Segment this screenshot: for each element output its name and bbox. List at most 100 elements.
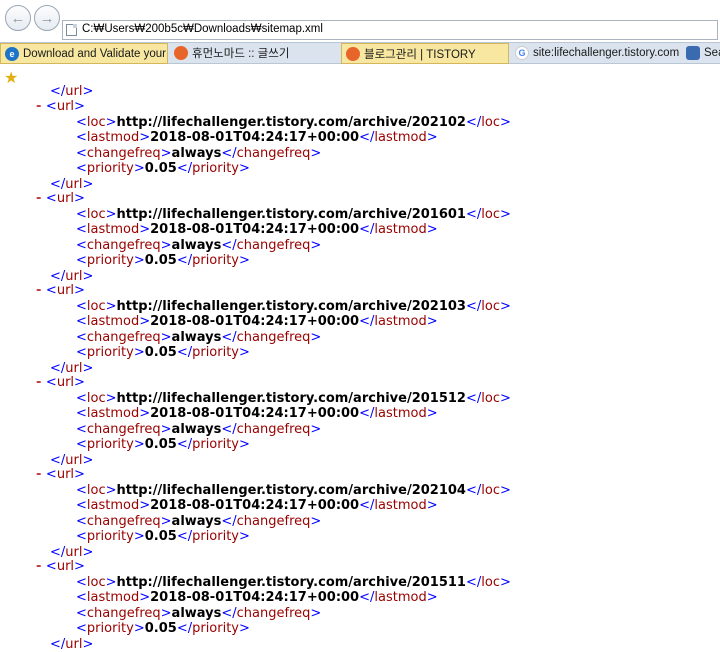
priority-value: 0.05 (144, 161, 177, 176)
tag-name: priority (86, 437, 134, 452)
collapse-toggle[interactable]: - (36, 467, 46, 482)
shield-icon (686, 46, 700, 60)
tag-name: lastmod (86, 314, 140, 329)
tag-bracket: > (133, 253, 145, 268)
tag-bracket: </ (221, 421, 237, 437)
tag-bracket: > (139, 314, 151, 329)
address-url[interactable]: C:₩Users₩200b5c₩Downloads₩sitemap.xml (82, 23, 323, 35)
tag-name: priority (192, 253, 240, 268)
collapse-toggle[interactable]: - (36, 283, 46, 298)
tag-name: changefreq (86, 145, 161, 161)
tag-bracket: > (160, 329, 172, 345)
priority-value: 0.05 (144, 345, 177, 360)
collapse-toggle[interactable]: - (36, 191, 46, 206)
loc-value: http://lifechallenger.tistory.com/archiv… (116, 574, 466, 590)
favorite-tab-google-site[interactable]: G site:lifechallenger.tistory.com ... (515, 43, 681, 63)
tag-bracket: > (239, 161, 250, 176)
tag-bracket: </ (50, 84, 66, 99)
tag-bracket: > (310, 145, 322, 161)
tag-bracket: > (105, 390, 117, 406)
tag-bracket: </ (50, 268, 66, 284)
tag-name: url (65, 544, 83, 560)
tag-bracket: < (76, 253, 87, 268)
tag-name: priority (86, 161, 134, 176)
favorite-tab-humannomad[interactable]: 휴먼노마드 :: 글쓰기 (174, 43, 334, 63)
priority: <priority>0.05</priority> (76, 529, 250, 544)
tag-bracket: < (76, 145, 87, 161)
tag-name: url (56, 375, 75, 390)
google-icon: G (515, 46, 529, 60)
tag-name: priority (86, 529, 134, 544)
collapse-toggle[interactable]: - (36, 99, 46, 114)
loc: <loc>http://lifechallenger.tistory.com/a… (76, 115, 511, 130)
tag-bracket: </ (359, 406, 375, 421)
loc-value: http://lifechallenger.tistory.com/archiv… (116, 482, 466, 498)
tag-bracket: > (133, 437, 145, 452)
loc: <loc>http://lifechallenger.tistory.com/a… (76, 575, 511, 590)
priority-value: 0.05 (144, 621, 177, 636)
url-open-tag: - <url> (36, 559, 85, 574)
tag-bracket: < (45, 99, 57, 114)
tag-name: changefreq (236, 605, 311, 621)
url-close-tag: </url> (50, 545, 93, 560)
back-button[interactable]: ← (5, 5, 31, 31)
url-open-tag: - <url> (36, 191, 85, 206)
url-close-tag: </url> (50, 84, 93, 99)
favorites-star-icon[interactable]: ★ (4, 68, 18, 88)
changefreq: <changefreq>always</changefreq> (76, 422, 321, 437)
tag-bracket: < (76, 390, 87, 406)
lastmod-value: 2018-08-01T04:24:17+00:00 (150, 590, 360, 605)
lastmod: <lastmod>2018-08-01T04:24:17+00:00</last… (76, 590, 438, 605)
tag-name: priority (192, 345, 240, 360)
tag-bracket: < (76, 298, 87, 314)
changefreq: <changefreq>always</changefreq> (76, 330, 321, 345)
tag-bracket: > (133, 621, 145, 636)
forward-button[interactable]: → (34, 5, 60, 31)
tag-name: url (65, 636, 83, 652)
lastmod: <lastmod>2018-08-01T04:24:17+00:00</last… (76, 222, 438, 237)
tag-bracket: > (105, 206, 117, 222)
loc-value: http://lifechallenger.tistory.com/archiv… (116, 298, 466, 314)
favorite-label: Sea (704, 47, 720, 59)
tag-name: url (65, 452, 83, 468)
tag-name: loc (86, 206, 106, 222)
favorite-tab-download-validate[interactable]: e Download and Validate your ... (0, 43, 168, 64)
tag-bracket: </ (221, 605, 237, 621)
tag-name: url (65, 84, 83, 99)
tag-bracket: > (82, 84, 94, 99)
tag-name: changefreq (86, 329, 161, 345)
changefreq-value: always (171, 421, 222, 437)
favorite-tab-blog-admin[interactable]: 블로그관리 | TISTORY (341, 43, 509, 64)
tag-name: lastmod (374, 406, 427, 421)
tag-bracket: > (105, 298, 117, 314)
tag-bracket: </ (359, 498, 375, 513)
tag-bracket: < (76, 605, 87, 621)
tag-bracket: < (76, 161, 87, 176)
ie-icon: e (5, 46, 19, 61)
tag-bracket: > (310, 421, 322, 437)
tag-name: changefreq (236, 513, 311, 529)
tag-name: url (65, 360, 83, 376)
loc-value: http://lifechallenger.tistory.com/archiv… (116, 114, 466, 130)
tag-name: loc (86, 390, 106, 406)
tag-bracket: > (105, 574, 117, 590)
url-open-tag: - <url> (36, 283, 85, 298)
tag-name: changefreq (236, 145, 311, 161)
url-open-tag: - <url> (36, 375, 85, 390)
tag-bracket: > (74, 99, 85, 114)
forward-arrow-icon: → (39, 9, 55, 27)
address-bar[interactable]: C:₩Users₩200b5c₩Downloads₩sitemap.xml (62, 20, 718, 40)
changefreq-value: always (171, 513, 222, 529)
tag-bracket: > (499, 298, 511, 314)
collapse-toggle[interactable]: - (36, 559, 46, 574)
tag-bracket: > (82, 360, 94, 376)
lastmod-value: 2018-08-01T04:24:17+00:00 (150, 314, 360, 329)
tag-bracket: > (82, 268, 94, 284)
favorite-tab-search[interactable]: Sea (686, 43, 720, 63)
tag-bracket: > (74, 375, 85, 390)
tag-bracket: < (76, 482, 87, 498)
tag-name: changefreq (86, 513, 161, 529)
changefreq: <changefreq>always</changefreq> (76, 146, 321, 161)
lastmod-value: 2018-08-01T04:24:17+00:00 (150, 406, 360, 421)
collapse-toggle[interactable]: - (36, 375, 46, 390)
